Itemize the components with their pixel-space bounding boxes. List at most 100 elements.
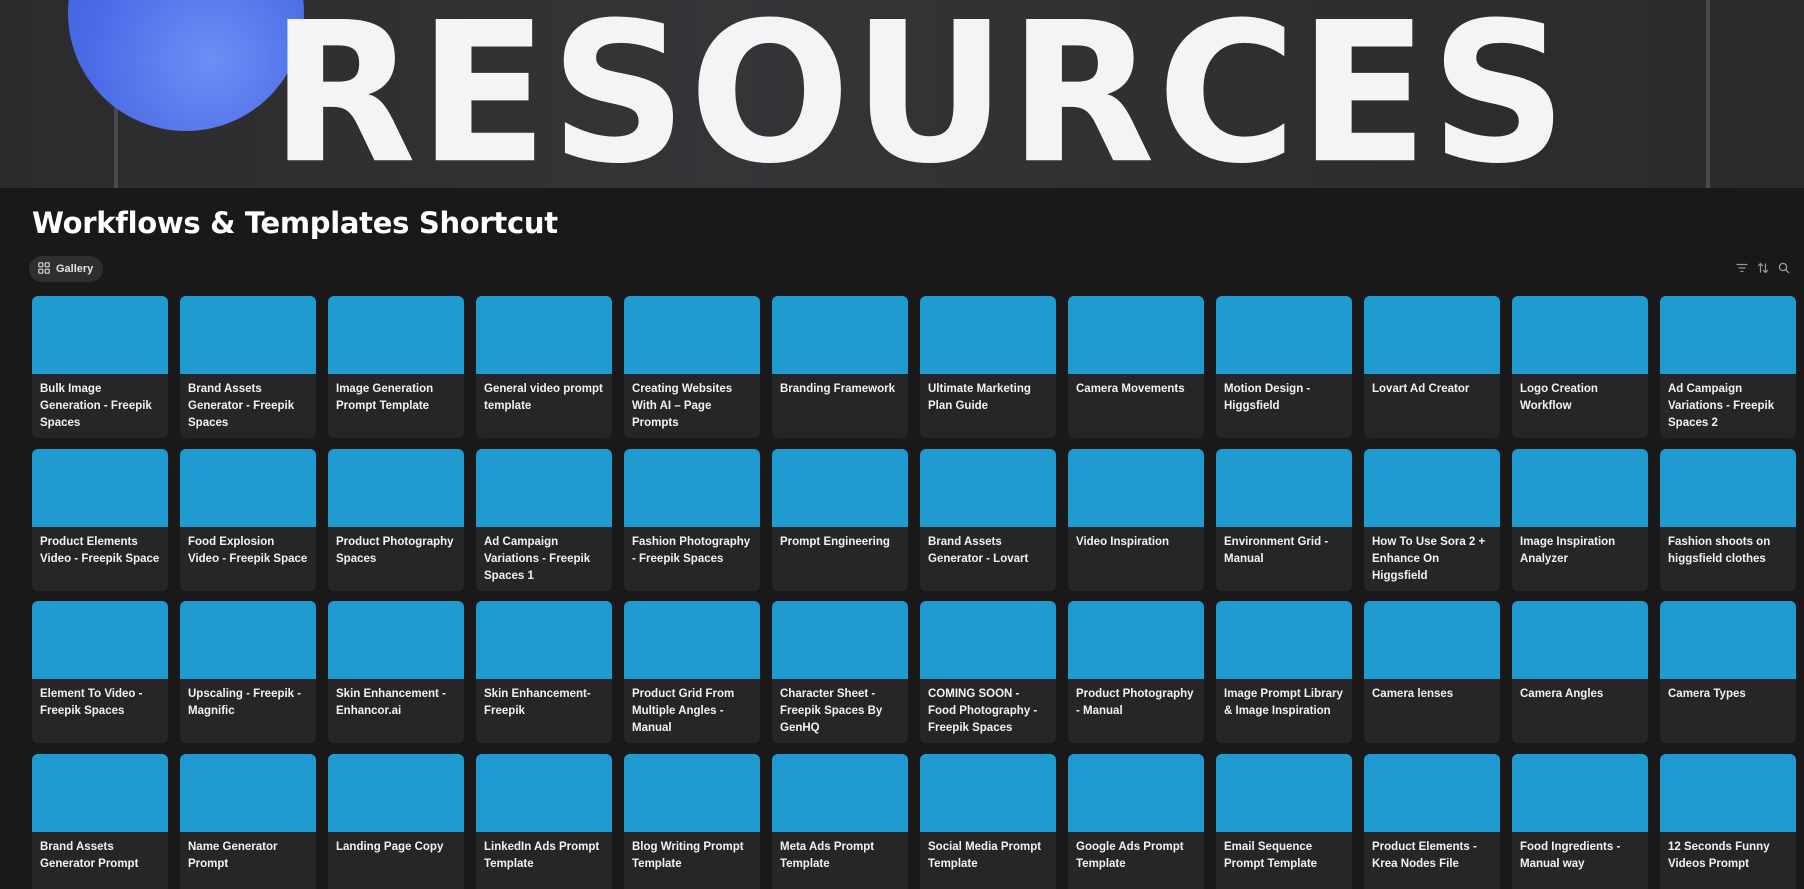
search-icon[interactable] — [1778, 261, 1790, 275]
card-thumbnail — [1364, 753, 1500, 832]
gallery-card[interactable]: Google Ads Prompt Template — [1068, 753, 1204, 889]
gallery-card[interactable]: Environment Grid - Manual — [1216, 448, 1352, 591]
card-title: Ultimate Marketing Plan Guide — [928, 383, 1031, 412]
card-thumbnail — [1068, 448, 1204, 527]
gallery-card[interactable]: Fashion Photography - Freepik Spaces — [624, 448, 760, 591]
card-thumbnail — [1660, 601, 1796, 679]
gallery-card[interactable]: Upscaling - Freepik - Magnific — [180, 601, 316, 743]
card-thumbnail — [180, 601, 316, 679]
cover-banner: RESOURCES — [0, 0, 1804, 188]
card-title: Image Prompt Library & Image Inspiration — [1224, 688, 1343, 717]
gallery-card[interactable]: Fashion shoots on higgsfield clothes — [1660, 448, 1796, 591]
card-thumbnail — [1068, 753, 1204, 832]
gallery-card[interactable]: Motion Design - Higgsfield — [1216, 296, 1352, 438]
card-title: Brand Assets Generator Prompt — [40, 840, 139, 870]
banner-circle — [68, 0, 304, 131]
gallery-card[interactable]: Ad Campaign Variations - Freepik Spaces … — [476, 448, 612, 591]
card-thumbnail — [328, 448, 464, 527]
card-title: Google Ads Prompt Template — [1076, 840, 1184, 870]
gallery-card[interactable]: Bulk Image Generation - Freepik Spaces — [32, 296, 168, 438]
card-title: Video Inspiration — [1076, 535, 1170, 548]
card-title: Food Ingredients - Manual way — [1520, 840, 1621, 870]
banner-word: RESOURCES — [270, 0, 1570, 188]
gallery-card[interactable]: Skin Enhancement - Enhancor.ai — [328, 601, 464, 743]
card-thumbnail — [920, 448, 1056, 527]
card-title: Branding Framework — [780, 383, 896, 395]
card-title: Camera Movements — [1076, 383, 1185, 395]
gallery-card[interactable]: COMING SOON - Food Photography - Freepik… — [920, 601, 1056, 743]
card-title: Skin Enhancement - Enhancor.ai — [336, 688, 446, 717]
gallery-card[interactable]: Social Media Prompt Template — [920, 753, 1056, 889]
card-title: Ad Campaign Variations - Freepik Spaces … — [1668, 383, 1775, 429]
gallery-card[interactable]: Element To Video - Freepik Spaces — [32, 601, 168, 743]
card-title: Skin Enhancement- Freepik — [484, 688, 591, 717]
gallery-card[interactable]: Name Generator Prompt — [180, 753, 316, 889]
gallery-card[interactable]: Product Grid From Multiple Angles - Manu… — [624, 601, 760, 743]
gallery-card[interactable]: Prompt Engineering — [772, 448, 908, 591]
gallery-card[interactable]: Ultimate Marketing Plan Guide — [920, 296, 1056, 438]
card-title: Social Media Prompt Template — [928, 840, 1042, 870]
card-thumbnail — [1660, 296, 1796, 374]
filter-icon[interactable] — [1736, 261, 1748, 275]
gallery-card[interactable]: Blog Writing Prompt Template — [624, 753, 760, 889]
card-thumbnail — [1216, 296, 1352, 374]
card-title: Motion Design - Higgsfield — [1224, 383, 1311, 412]
card-title: Camera Types — [1668, 688, 1746, 700]
card-thumbnail — [1216, 753, 1352, 832]
gallery-card[interactable]: Brand Assets Generator - Freepik Spaces — [180, 296, 316, 438]
gallery-card[interactable]: Image Prompt Library & Image Inspiration — [1216, 601, 1352, 743]
card-thumbnail — [1364, 448, 1500, 527]
gallery-card[interactable]: Lovart Ad Creator — [1364, 296, 1500, 438]
gallery-card[interactable]: Meta Ads Prompt Template — [772, 753, 908, 889]
gallery-card[interactable]: Food Ingredients - Manual way — [1512, 753, 1648, 889]
gallery-card[interactable]: Brand Assets Generator Prompt — [32, 753, 168, 889]
gallery-card[interactable]: Branding Framework — [772, 296, 908, 438]
sort-icon[interactable] — [1757, 261, 1769, 275]
gallery-card[interactable]: Food Explosion Video - Freepik Space — [180, 448, 316, 591]
gallery-card[interactable]: Camera Angles — [1512, 601, 1648, 743]
gallery-card[interactable]: Ad Campaign Variations - Freepik Spaces … — [1660, 296, 1796, 438]
gallery-card[interactable]: Image Generation Prompt Template — [328, 296, 464, 438]
gallery-card[interactable]: Camera Types — [1660, 601, 1796, 743]
gallery-card[interactable]: Skin Enhancement- Freepik — [476, 601, 612, 743]
card-title: Landing Page Copy — [336, 840, 444, 853]
gallery-card[interactable]: Landing Page Copy — [328, 753, 464, 889]
gallery-card[interactable]: Logo Creation Workflow — [1512, 296, 1648, 438]
gallery-card[interactable]: How To Use Sora 2 + Enhance On Higgsfiel… — [1364, 448, 1500, 591]
card-thumbnail — [1512, 601, 1648, 679]
gallery-card[interactable]: LinkedIn Ads Prompt Template — [476, 753, 612, 889]
gallery-card[interactable]: Character Sheet - Freepik Spaces By GenH… — [772, 601, 908, 743]
card-title: Meta Ads Prompt Template — [780, 840, 875, 870]
card-thumbnail — [180, 296, 316, 374]
gallery-card[interactable]: Product Photography - Manual — [1068, 601, 1204, 743]
gallery-card[interactable]: Product Elements Video - Freepik Space — [32, 448, 168, 591]
card-thumbnail — [772, 753, 908, 832]
gallery-card[interactable]: Image Inspiration Analyzer — [1512, 448, 1648, 591]
card-thumbnail — [328, 753, 464, 832]
card-title: LinkedIn Ads Prompt Template — [484, 840, 600, 870]
card-title: Lovart Ad Creator — [1372, 383, 1470, 395]
card-thumbnail — [1068, 601, 1204, 679]
card-title: Image Inspiration Analyzer — [1520, 535, 1616, 565]
gallery-card[interactable]: 12 Seconds Funny Videos Prompt — [1660, 753, 1796, 889]
card-title: Product Elements - Krea Nodes File — [1372, 840, 1477, 870]
gallery-card[interactable]: Video Inspiration — [1068, 448, 1204, 591]
gallery-card[interactable]: Creating Websites With AI – Page Prompts — [624, 296, 760, 438]
card-thumbnail — [32, 601, 168, 679]
gallery-card[interactable]: Camera Movements — [1068, 296, 1204, 438]
card-title: Fashion shoots on higgsfield clothes — [1668, 535, 1771, 565]
card-title: Name Generator Prompt — [188, 840, 278, 870]
card-thumbnail — [920, 296, 1056, 374]
gallery-card[interactable]: General video prompt template — [476, 296, 612, 438]
gallery-card[interactable]: Email Sequence Prompt Template — [1216, 753, 1352, 889]
gallery-card[interactable]: Product Elements - Krea Nodes File — [1364, 753, 1500, 889]
card-thumbnail — [920, 601, 1056, 679]
card-thumbnail — [180, 753, 316, 832]
gallery-card[interactable]: Camera lenses — [1364, 601, 1500, 743]
view-toolbar — [1736, 261, 1790, 275]
gallery-card[interactable]: Product Photography Spaces — [328, 448, 464, 591]
view-tab-gallery[interactable]: Gallery — [29, 256, 104, 282]
gallery-card[interactable]: Brand Assets Generator - Lovart — [920, 448, 1056, 591]
card-title: COMING SOON - Food Photography - Freepik… — [928, 688, 1038, 734]
card-title: Image Generation Prompt Template — [336, 383, 434, 412]
